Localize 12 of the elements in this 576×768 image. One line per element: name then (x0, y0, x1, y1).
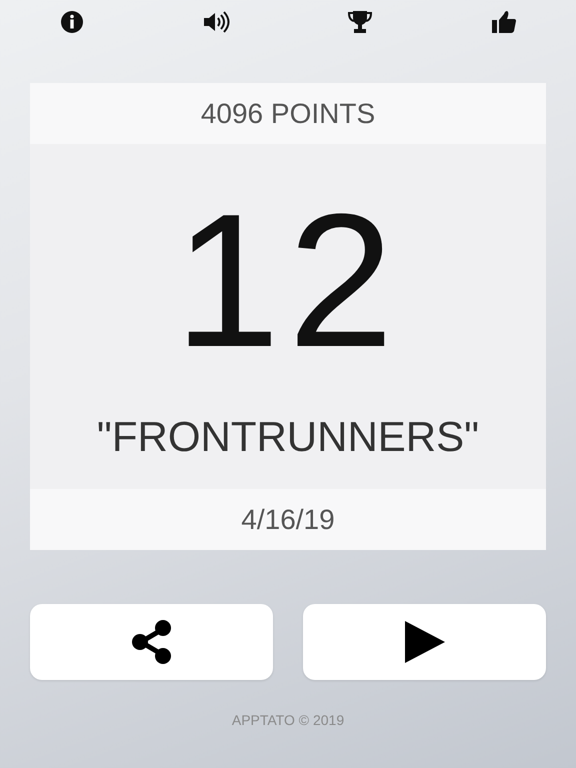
trophy-icon[interactable] (347, 10, 373, 34)
thumbs-up-icon[interactable] (491, 10, 517, 34)
info-icon[interactable] (60, 10, 84, 34)
play-icon (404, 620, 446, 664)
play-button[interactable] (303, 604, 546, 680)
speaker-icon[interactable] (202, 10, 230, 34)
rank-number: 12 (174, 186, 402, 376)
share-button[interactable] (30, 604, 273, 680)
points-label: 4096 POINTS (30, 83, 546, 144)
copyright-text: APPTATO © 2019 (232, 712, 344, 728)
date-label: 4/16/19 (30, 489, 546, 550)
rank-title: "FRONTRUNNERS" (96, 413, 480, 461)
